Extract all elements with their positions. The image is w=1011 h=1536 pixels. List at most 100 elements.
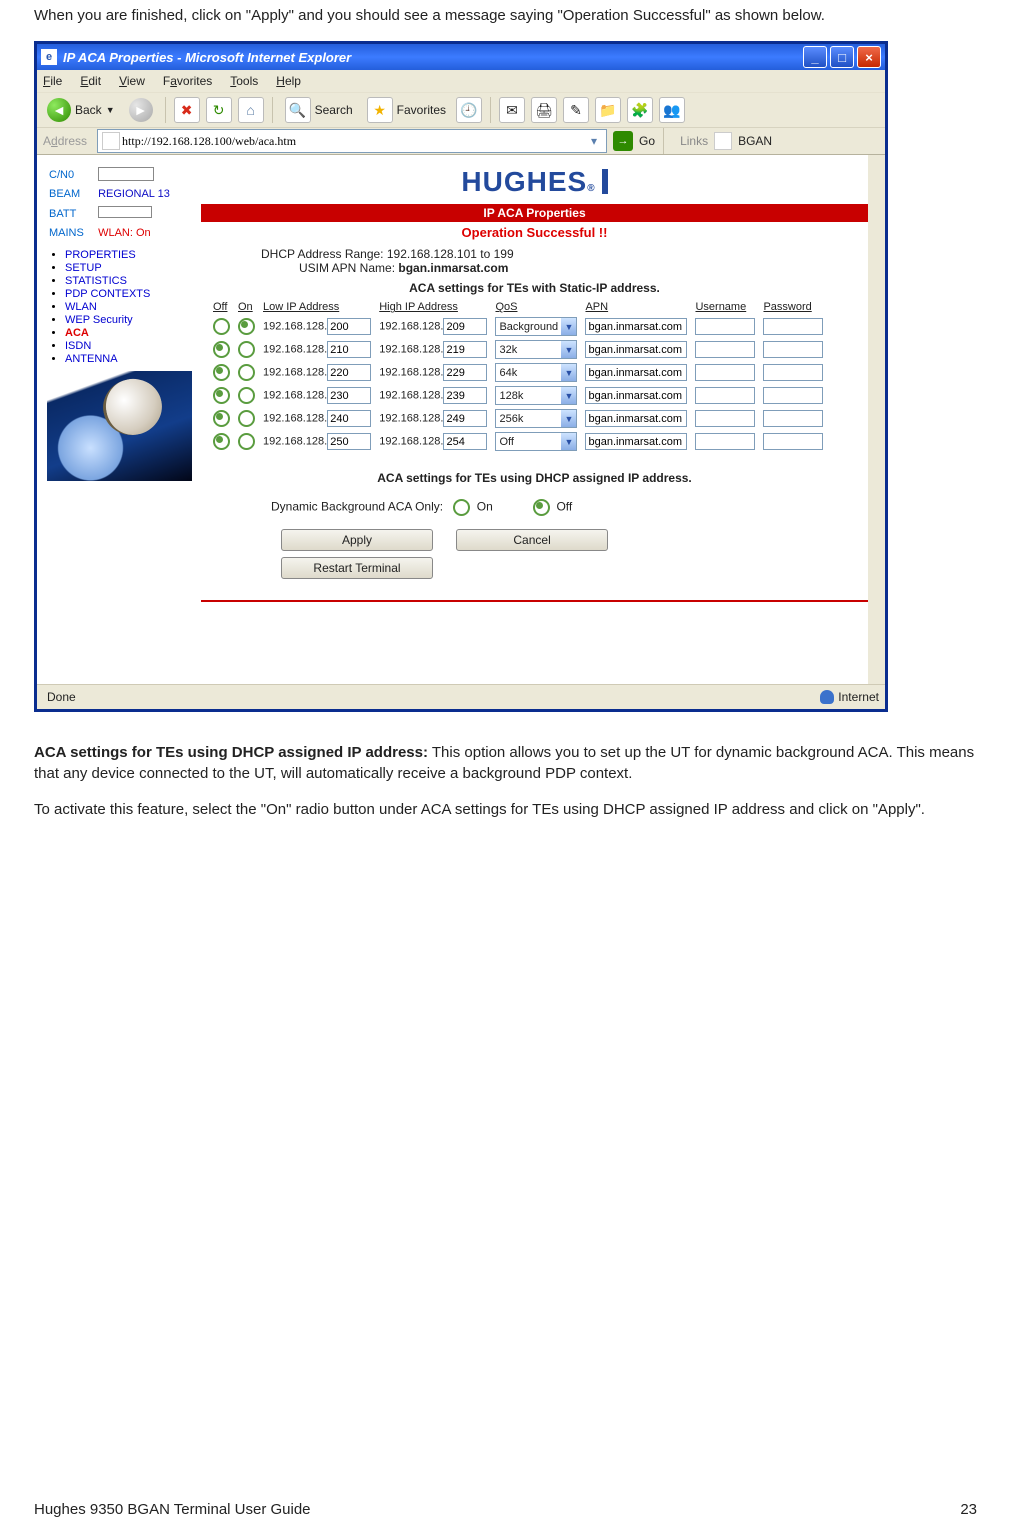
back-button[interactable]: ◄Back ▼ (43, 96, 119, 124)
pass-input[interactable] (763, 364, 823, 381)
low-ip-input[interactable] (327, 433, 371, 450)
nav-item[interactable]: PDP CONTEXTS (65, 288, 197, 300)
user-input[interactable] (695, 410, 755, 427)
high-ip-input[interactable] (443, 364, 487, 381)
user-input[interactable] (695, 387, 755, 404)
apn-input[interactable] (585, 341, 687, 358)
apn-input[interactable] (585, 410, 687, 427)
col-on: On (236, 299, 261, 315)
col-off: Off (211, 299, 236, 315)
address-label: Address (43, 134, 87, 148)
off-radio[interactable] (213, 433, 230, 450)
menu-file[interactable]: File (43, 74, 62, 88)
apply-button[interactable]: Apply (281, 529, 433, 551)
qos-select[interactable]: 128k▼ (495, 386, 577, 405)
menu-tools[interactable]: Tools (230, 74, 258, 88)
nav-item[interactable]: STATISTICS (65, 275, 197, 287)
url-input[interactable] (120, 133, 586, 150)
apn-input[interactable] (585, 364, 687, 381)
on-radio[interactable] (238, 364, 255, 381)
nav-item[interactable]: WLAN (65, 301, 197, 313)
messenger-button[interactable]: 👥 (659, 97, 685, 123)
close-button[interactable]: × (857, 46, 881, 68)
low-ip-input[interactable] (327, 318, 371, 335)
high-ip-input[interactable] (443, 410, 487, 427)
mail-button[interactable]: ✉ (499, 97, 525, 123)
pass-input[interactable] (763, 433, 823, 450)
nav-item[interactable]: PROPERTIES (65, 249, 197, 261)
main-content: HUGHES® IP ACA Properties Operation Succ… (201, 155, 868, 684)
cancel-button[interactable]: Cancel (456, 529, 608, 551)
url-field[interactable]: ▾ (97, 129, 607, 153)
nav-item[interactable]: WEP Security (65, 314, 197, 326)
on-radio[interactable] (238, 410, 255, 427)
high-ip-input[interactable] (443, 341, 487, 358)
qos-select[interactable]: 32k▼ (495, 340, 577, 359)
user-input[interactable] (695, 318, 755, 335)
restart-button[interactable]: Restart Terminal (281, 557, 433, 579)
off-radio[interactable] (213, 410, 230, 427)
menu-favorites[interactable]: Favorites (163, 74, 212, 88)
qos-select[interactable]: Off▼ (495, 432, 577, 451)
edit-button[interactable]: ✎ (563, 97, 589, 123)
user-input[interactable] (695, 433, 755, 450)
refresh-button[interactable]: ↻ (206, 97, 232, 123)
dyn-off-radio[interactable] (533, 499, 550, 516)
ie-icon: e (41, 49, 57, 65)
search-button[interactable]: 🔍Search (281, 95, 357, 125)
link-bgan[interactable]: BGAN (738, 134, 772, 148)
low-ip-input[interactable] (327, 364, 371, 381)
off-radio[interactable] (213, 387, 230, 404)
user-input[interactable] (695, 364, 755, 381)
off-radio[interactable] (213, 341, 230, 358)
footer-title: Hughes 9350 BGAN Terminal User Guide (34, 1501, 311, 1518)
favicon-icon (102, 132, 120, 150)
forward-button[interactable]: ► (125, 96, 157, 124)
on-radio[interactable] (238, 387, 255, 404)
on-radio[interactable] (238, 433, 255, 450)
url-dropdown-icon[interactable]: ▾ (586, 134, 602, 148)
qos-select[interactable]: 64k▼ (495, 363, 577, 382)
nav-item[interactable]: SETUP (65, 262, 197, 274)
minimize-button[interactable]: _ (803, 46, 827, 68)
pass-input[interactable] (763, 341, 823, 358)
menu-view[interactable]: View (119, 74, 145, 88)
on-radio[interactable] (238, 318, 255, 335)
favorites-button[interactable]: ★Favorites (363, 95, 450, 125)
menu-help[interactable]: Help (276, 74, 301, 88)
high-ip-input[interactable] (443, 387, 487, 404)
maximize-button[interactable]: □ (830, 46, 854, 68)
off-radio[interactable] (213, 318, 230, 335)
apn-input[interactable] (585, 433, 687, 450)
low-ip-input[interactable] (327, 387, 371, 404)
high-ip-input[interactable] (443, 433, 487, 450)
pass-input[interactable] (763, 318, 823, 335)
low-ip-input[interactable] (327, 341, 371, 358)
on-radio[interactable] (238, 341, 255, 358)
nav-item[interactable]: ISDN (65, 340, 197, 352)
table-row: 192.168.128.192.168.128.128k▼ (211, 384, 829, 407)
qos-select[interactable]: Background▼ (495, 317, 577, 336)
history-button[interactable]: 🕘 (456, 97, 482, 123)
dyn-on-radio[interactable] (453, 499, 470, 516)
stop-button[interactable]: ✖ (174, 97, 200, 123)
user-input[interactable] (695, 341, 755, 358)
high-ip-input[interactable] (443, 318, 487, 335)
nav-item[interactable]: ACA (65, 327, 197, 339)
off-radio[interactable] (213, 364, 230, 381)
pass-input[interactable] (763, 410, 823, 427)
apn-input[interactable] (585, 318, 687, 335)
qos-select[interactable]: 256k▼ (495, 409, 577, 428)
menu-edit[interactable]: Edit (80, 74, 101, 88)
sidebar: C/N0 BEAM REGIONAL 13 BATT MAINS WLAN: O… (37, 155, 201, 684)
pass-input[interactable] (763, 387, 823, 404)
section-dhcp-title: ACA settings for TEs using DHCP assigned… (201, 471, 868, 485)
apn-input[interactable] (585, 387, 687, 404)
discuss-button[interactable]: 📁 (595, 97, 621, 123)
home-button[interactable]: ⌂ (238, 97, 264, 123)
print-button[interactable]: 🖨 (531, 97, 557, 123)
nav-item[interactable]: ANTENNA (65, 353, 197, 365)
research-button[interactable]: 🧩 (627, 97, 653, 123)
low-ip-input[interactable] (327, 410, 371, 427)
go-button[interactable]: → (613, 131, 633, 151)
